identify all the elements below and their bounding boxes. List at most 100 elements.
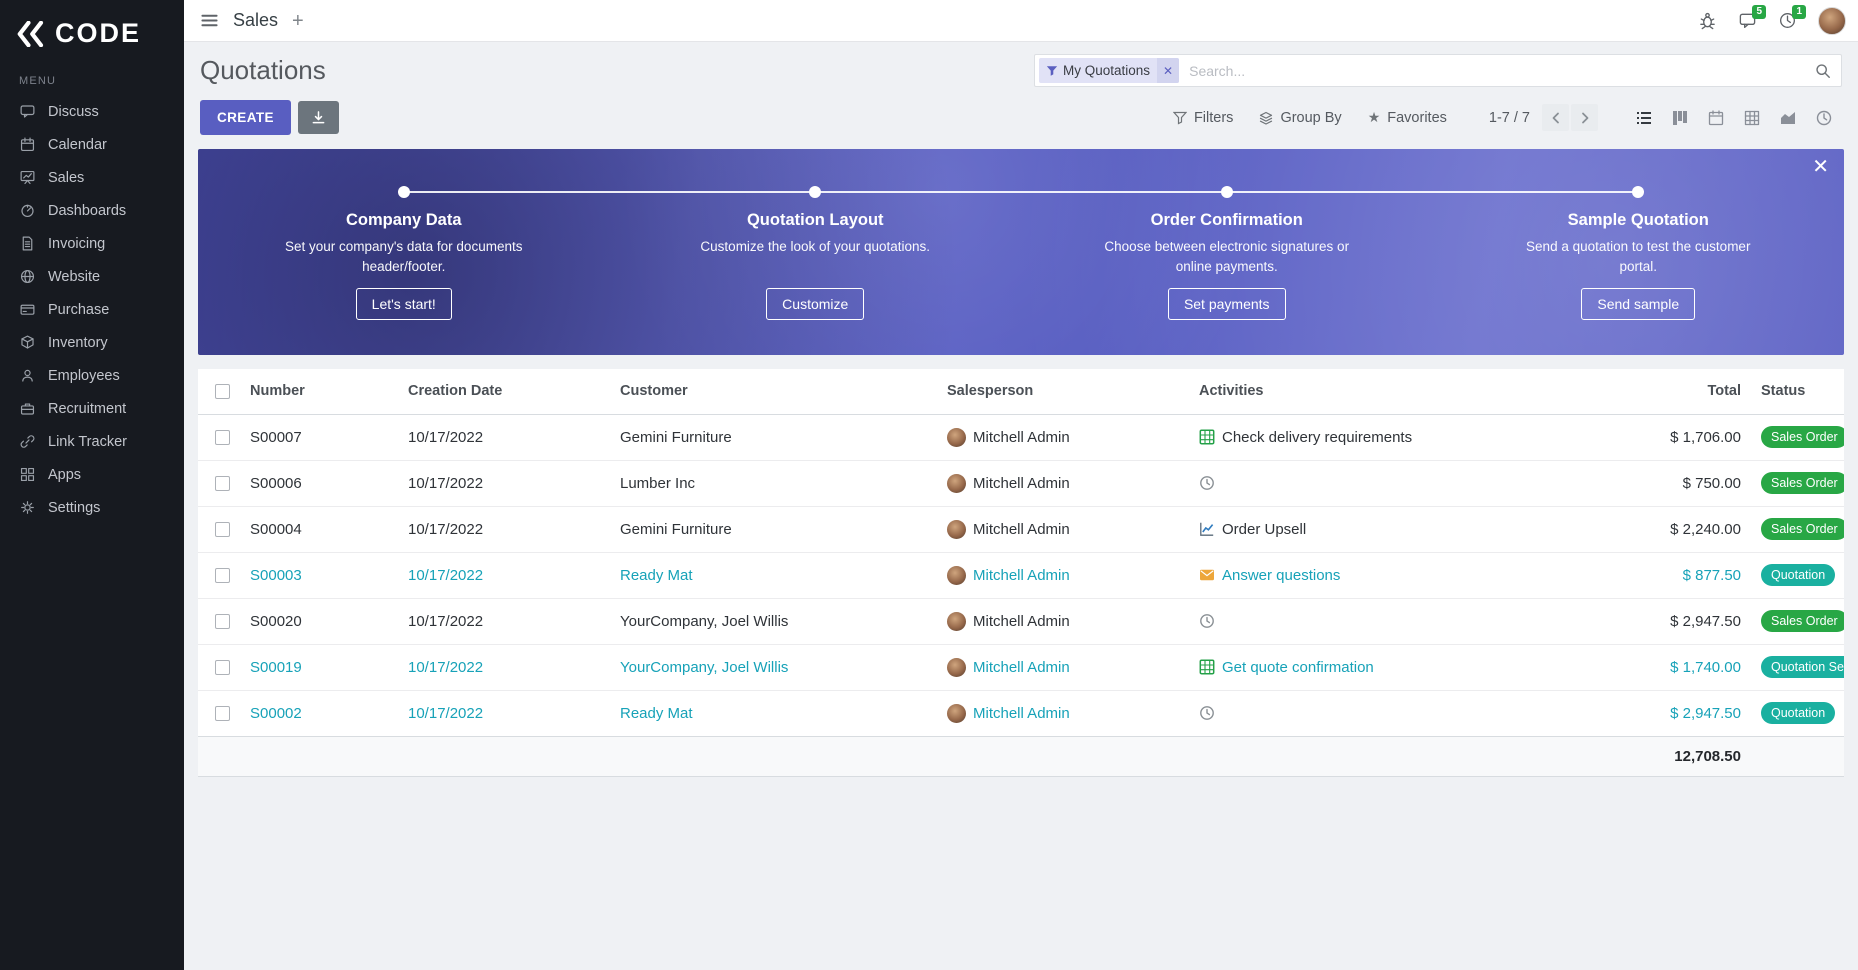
cell-creation-date: 10/17/2022 (404, 690, 616, 736)
group-by-button[interactable]: Group By (1259, 110, 1341, 126)
sidebar-item-settings[interactable]: Settings (0, 491, 184, 524)
sidebar-item-link-tracker[interactable]: Link Tracker (0, 425, 184, 458)
envelope-icon[interactable] (1199, 567, 1215, 583)
user-avatar[interactable] (1818, 7, 1846, 35)
clock-icon[interactable] (1199, 475, 1215, 491)
send-sample-button[interactable]: Send sample (1581, 288, 1695, 320)
select-all-checkbox[interactable] (215, 384, 230, 399)
header-total[interactable]: Total (1561, 369, 1757, 414)
step-title: Order Confirmation (1151, 211, 1303, 230)
cell-total: $ 1,740.00 (1561, 644, 1757, 690)
table-row[interactable]: S00004 10/17/2022 Gemini Furniture Mitch… (198, 506, 1844, 552)
sidebar-item-dashboards[interactable]: Dashboards (0, 194, 184, 227)
spreadsheet-icon[interactable] (1199, 659, 1215, 675)
sidebar-item-purchase[interactable]: Purchase (0, 293, 184, 326)
row-checkbox[interactable] (215, 660, 230, 675)
table-row[interactable]: S00006 10/17/2022 Lumber Inc Mitchell Ad… (198, 460, 1844, 506)
row-checkbox[interactable] (215, 476, 230, 491)
export-button[interactable] (298, 101, 339, 134)
sidebar-item-calendar[interactable]: Calendar (0, 128, 184, 161)
view-graph-button[interactable] (1770, 104, 1806, 132)
cell-activity[interactable]: Order Upsell (1222, 521, 1306, 538)
calendar-icon (19, 136, 36, 153)
header-salesperson[interactable]: Salesperson (943, 369, 1195, 414)
app-logo[interactable]: CODE (0, 0, 184, 61)
view-calendar-button[interactable] (1698, 104, 1734, 132)
sidebar-item-website[interactable]: Website (0, 260, 184, 293)
menu-section-label: MENU (0, 61, 184, 95)
activities-clock-icon[interactable]: 1 (1778, 11, 1798, 31)
pager-previous-button[interactable] (1542, 104, 1569, 131)
row-checkbox[interactable] (215, 522, 230, 537)
close-icon[interactable]: ✕ (1812, 157, 1829, 177)
sidebar-item-apps[interactable]: Apps (0, 458, 184, 491)
view-activity-button[interactable] (1806, 104, 1842, 132)
status-badge: Sales Order (1761, 518, 1844, 540)
add-tab-icon[interactable]: + (292, 11, 304, 31)
onboarding-step-company-data: Company Data Set your company's data for… (198, 211, 610, 320)
header-number[interactable]: Number (246, 369, 404, 414)
table-row[interactable]: S00002 10/17/2022 Ready Mat Mitchell Adm… (198, 690, 1844, 736)
download-icon (311, 110, 326, 125)
set-payments-button[interactable]: Set payments (1168, 288, 1286, 320)
sidebar-item-employees[interactable]: Employees (0, 359, 184, 392)
sidebar-item-inventory[interactable]: Inventory (0, 326, 184, 359)
debug-bug-icon[interactable] (1698, 11, 1718, 31)
step-description: Send a quotation to test the customer po… (1513, 237, 1763, 277)
sidebar-item-sales[interactable]: Sales (0, 161, 184, 194)
sidebar-item-discuss[interactable]: Discuss (0, 95, 184, 128)
line-chart-icon[interactable] (1199, 521, 1215, 537)
table-row[interactable]: S00003 10/17/2022 Ready Mat Mitchell Adm… (198, 552, 1844, 598)
table-row[interactable]: S00020 10/17/2022 YourCompany, Joel Will… (198, 598, 1844, 644)
cell-creation-date: 10/17/2022 (404, 506, 616, 552)
graph-view-icon (1779, 109, 1797, 127)
onboarding-step-quotation-layout: Quotation Layout Customize the look of y… (610, 211, 1022, 320)
salesperson-avatar (947, 520, 966, 539)
search-box[interactable]: My Quotations ✕ (1034, 54, 1842, 87)
facet-remove-icon[interactable]: ✕ (1157, 58, 1179, 83)
search-facet: My Quotations ✕ (1039, 58, 1179, 83)
step-title: Company Data (346, 211, 462, 230)
status-badge: Quotation (1761, 564, 1835, 586)
clock-icon[interactable] (1199, 613, 1215, 629)
cell-activity[interactable]: Get quote confirmation (1222, 659, 1374, 676)
clock-icon[interactable] (1199, 705, 1215, 721)
sidebar-item-label: Purchase (48, 302, 109, 318)
view-list-button[interactable] (1626, 104, 1662, 132)
view-kanban-button[interactable] (1662, 104, 1698, 132)
table-row[interactable]: S00007 10/17/2022 Gemini Furniture Mitch… (198, 414, 1844, 460)
header-creation-date[interactable]: Creation Date (404, 369, 616, 414)
view-pivot-button[interactable] (1734, 104, 1770, 132)
spreadsheet-icon[interactable] (1199, 429, 1215, 445)
onboarding-banner: ✕ Company Data Set your company's data f… (198, 149, 1844, 355)
row-checkbox[interactable] (215, 706, 230, 721)
row-checkbox[interactable] (215, 430, 230, 445)
sidebar-item-label: Sales (48, 170, 84, 186)
filter-funnel-icon (1173, 111, 1187, 125)
search-icon[interactable] (1815, 63, 1831, 79)
messages-icon[interactable]: 5 (1738, 11, 1758, 31)
favorites-button[interactable]: ★ Favorites (1368, 109, 1447, 126)
cell-activity[interactable]: Answer questions (1222, 567, 1340, 584)
table-row[interactable]: S00019 10/17/2022 YourCompany, Joel Will… (198, 644, 1844, 690)
lets-start-button[interactable]: Let's start! (356, 288, 452, 320)
cell-activity[interactable]: Check delivery requirements (1222, 429, 1412, 446)
current-app-name[interactable]: Sales (233, 10, 278, 31)
header-status[interactable]: Status (1757, 369, 1844, 414)
header-customer[interactable]: Customer (616, 369, 943, 414)
create-button[interactable]: CREATE (200, 100, 291, 135)
header-activities[interactable]: Activities (1195, 369, 1561, 414)
customize-button[interactable]: Customize (766, 288, 864, 320)
status-badge: Sales Order (1761, 610, 1844, 632)
discuss-icon (19, 103, 36, 120)
cell-salesperson: Mitchell Admin (973, 659, 1070, 676)
pager-next-button[interactable] (1571, 104, 1598, 131)
sidebar-item-invoicing[interactable]: Invoicing (0, 227, 184, 260)
sidebar-item-recruitment[interactable]: Recruitment (0, 392, 184, 425)
hamburger-menu-icon[interactable] (200, 11, 219, 30)
search-input[interactable] (1179, 63, 1815, 79)
row-checkbox[interactable] (215, 568, 230, 583)
pager-range: 1-7 / 7 (1489, 110, 1530, 126)
filters-button[interactable]: Filters (1173, 110, 1233, 126)
row-checkbox[interactable] (215, 614, 230, 629)
